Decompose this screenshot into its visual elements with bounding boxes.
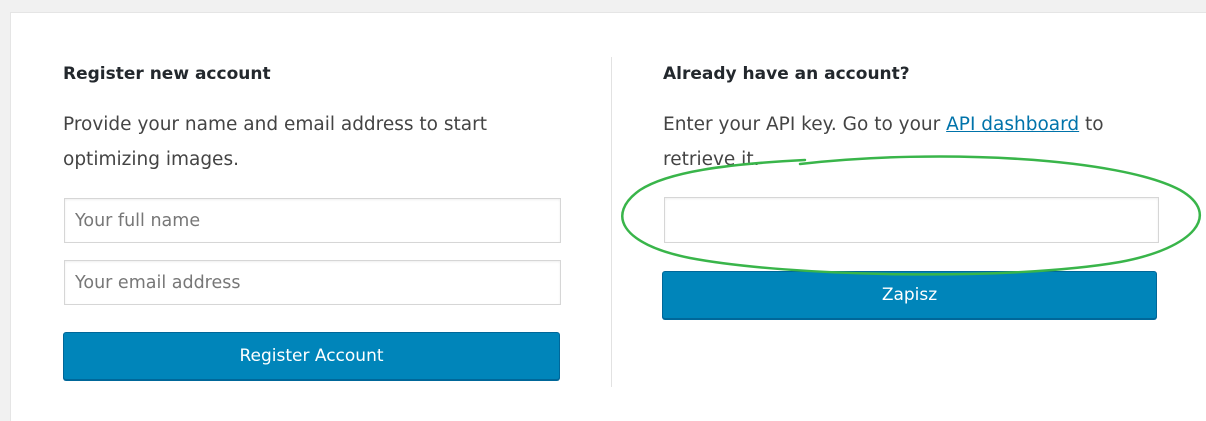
register-heading: Register new account bbox=[63, 64, 271, 84]
full-name-input[interactable] bbox=[64, 198, 561, 243]
existing-account-heading: Already have an account? bbox=[663, 64, 910, 84]
api-key-input[interactable] bbox=[664, 197, 1159, 243]
register-account-button[interactable]: Register Account bbox=[63, 332, 560, 380]
api-dashboard-link[interactable]: API dashboard bbox=[946, 114, 1079, 135]
description-text-before: Enter your API key. Go to your bbox=[663, 114, 947, 135]
email-input[interactable] bbox=[64, 260, 561, 305]
column-divider bbox=[611, 57, 612, 387]
register-description: Provide your name and email address to s… bbox=[63, 114, 487, 170]
existing-account-description: Enter your API key. Go to your API dashb… bbox=[663, 107, 1163, 177]
save-button[interactable]: Zapisz bbox=[662, 271, 1157, 319]
